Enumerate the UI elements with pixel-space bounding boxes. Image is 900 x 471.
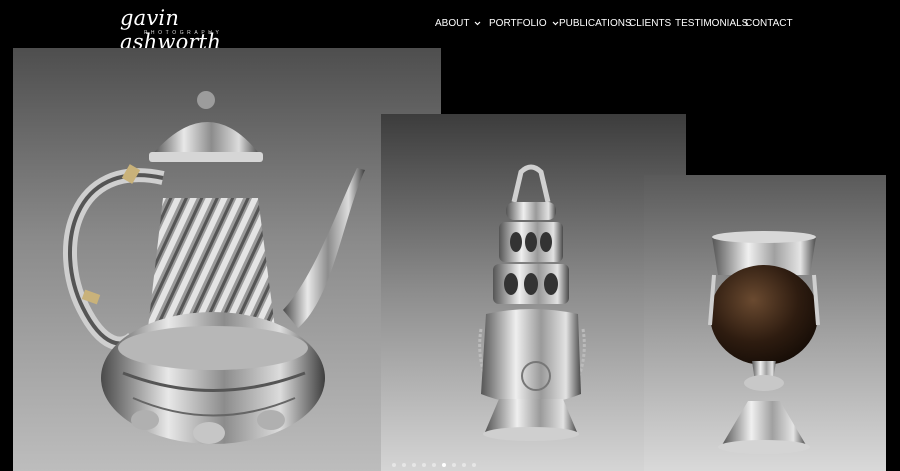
slider-dot-active[interactable]	[442, 463, 446, 467]
nav-item-contact[interactable]: CONTACT	[745, 17, 793, 31]
chevron-down-icon	[552, 21, 559, 26]
coffee-pot-illustration	[63, 91, 365, 444]
nav-item-portfolio[interactable]: PORTFOLIO	[489, 17, 559, 31]
nav-item-testimonials[interactable]: TESTIMONIALS	[675, 17, 748, 31]
coconut-cup-illustration	[708, 231, 820, 454]
slider-dot[interactable]	[462, 463, 466, 467]
chevron-down-icon	[475, 21, 481, 26]
caster-illustration	[478, 164, 586, 441]
slider-dot[interactable]	[422, 463, 426, 467]
nav-item-label: CONTACT	[745, 18, 793, 29]
nav-item-about[interactable]: ABOUT	[435, 17, 481, 31]
slider-dot[interactable]	[452, 463, 456, 467]
slider-dot[interactable]	[432, 463, 436, 467]
slider-pagination	[392, 463, 512, 469]
nav-item-clients[interactable]: CLIENTS	[629, 17, 671, 31]
main-menu: ABOUT PORTFOLIO PUBLICATIONS CLIENTS TES…	[0, 0, 900, 46]
gallery-image-coconut-cup[interactable]	[644, 175, 886, 471]
nav-item-label: PORTFOLIO	[489, 18, 547, 29]
slider-dot[interactable]	[392, 463, 396, 467]
slider-dot[interactable]	[412, 463, 416, 467]
nav-item-label: TESTIMONIALS	[675, 18, 749, 29]
nav-item-publications[interactable]: PUBLICATIONS	[559, 17, 632, 31]
nav-item-label: ABOUT	[435, 18, 470, 29]
gallery-image-caster[interactable]	[381, 114, 686, 471]
nav-item-label: CLIENTS	[629, 18, 672, 29]
nav-item-label: PUBLICATIONS	[559, 18, 632, 29]
top-navigation-bar: gavin ashworth PHOTOGRAPHY ABOUT PORTFOL…	[0, 0, 900, 54]
slider-dot[interactable]	[472, 463, 476, 467]
slider-dot[interactable]	[402, 463, 406, 467]
gallery-image-coffee-pot[interactable]	[13, 48, 441, 471]
